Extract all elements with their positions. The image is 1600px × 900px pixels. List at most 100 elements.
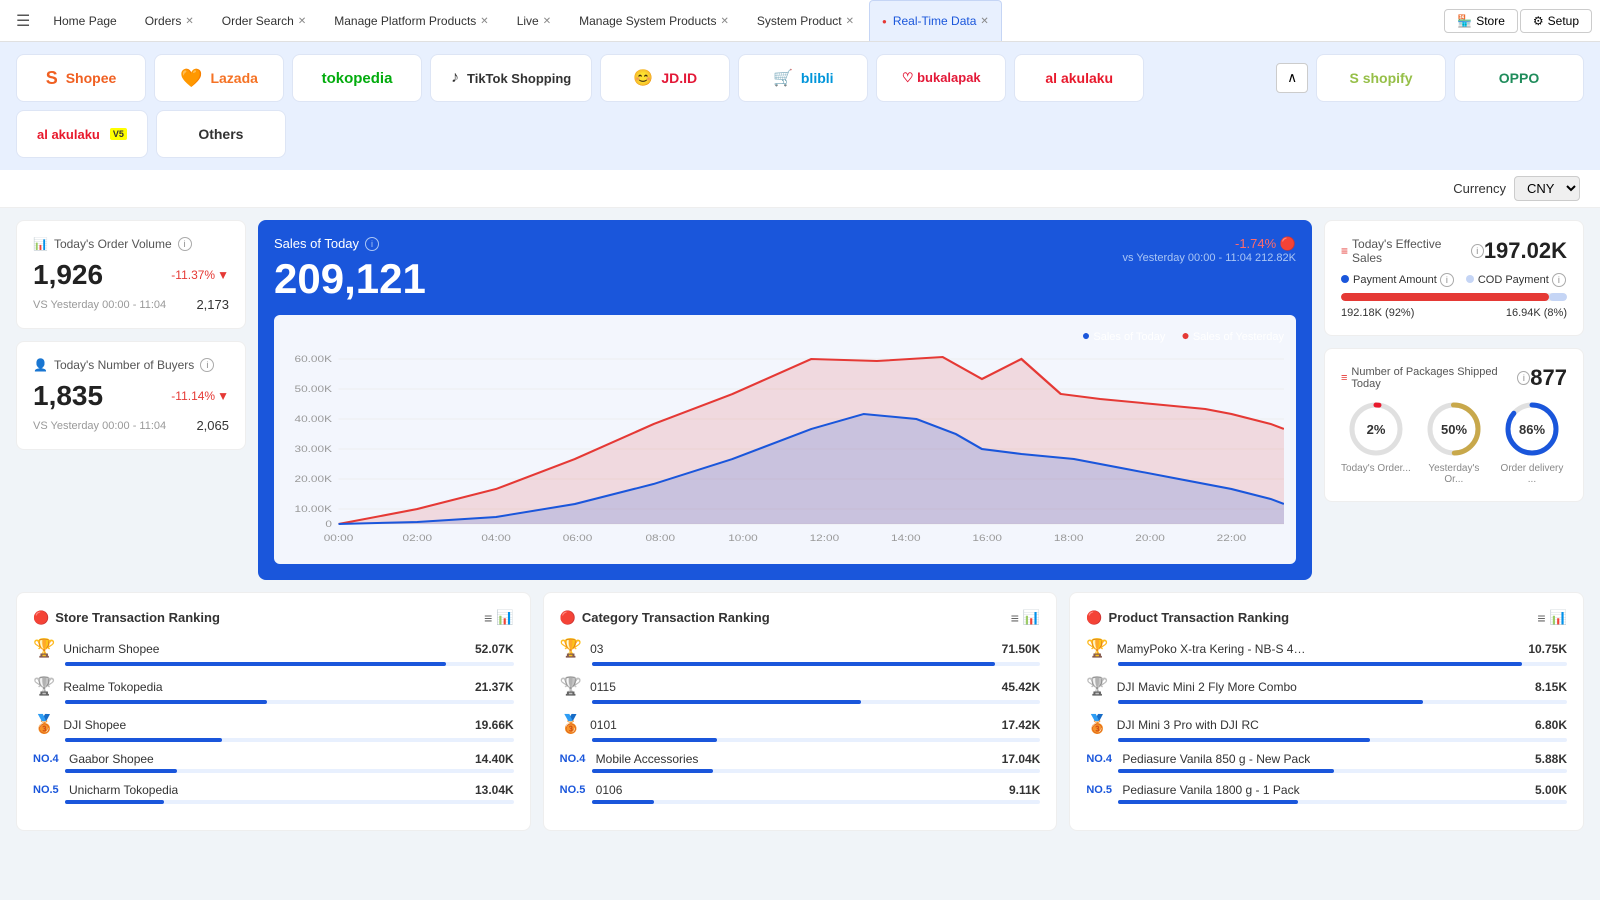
tab-home[interactable]: Home Page — [40, 0, 129, 41]
product-ranking-chart[interactable]: 📊 — [1550, 609, 1567, 626]
currency-select[interactable]: CNY USD IDR — [1514, 176, 1580, 201]
buyers-title: Today's Number of Buyers — [54, 358, 194, 372]
table-row: NO.4 Gaabor Shopee 14.40K — [33, 752, 514, 773]
sales-chart: ● Sales of Today ● Sales of Yesterday 60… — [274, 315, 1296, 564]
currency-label: Currency — [1453, 181, 1506, 196]
product-ranking-filter[interactable]: ≡ — [1537, 609, 1545, 626]
svg-text:10:00: 10:00 — [728, 533, 758, 543]
effective-sales-info[interactable]: i — [1471, 244, 1484, 258]
store-icon: 🏪 — [1457, 14, 1472, 28]
silver-trophy-icon: 🏆 — [33, 676, 55, 697]
svg-text:16:00: 16:00 — [972, 533, 1002, 543]
tab-system-product[interactable]: System Product ✕ — [744, 0, 867, 41]
platform-tokopedia[interactable]: tokopedia — [292, 54, 422, 102]
setup-button[interactable]: ⚙ Setup — [1520, 9, 1592, 33]
product-ranking-icon: 🔴 — [1086, 610, 1102, 626]
tab-manage-platform-products[interactable]: Manage Platform Products ✕ — [321, 0, 501, 41]
platform-others[interactable]: Others — [156, 110, 286, 158]
sales-value: 209,121 — [274, 255, 426, 303]
platform-bukalapak[interactable]: ♡ bukalapak — [876, 54, 1006, 102]
bronze-trophy-icon: 🥉 — [33, 714, 55, 735]
table-row: NO.4 Mobile Accessories 17.04K — [560, 752, 1041, 773]
table-row: NO.4 Pediasure Vanila 850 g - New Pack 5… — [1086, 752, 1567, 773]
order-volume-icon: 📊 — [33, 237, 48, 251]
prod-trophy1-icon: 🏆 — [1086, 638, 1108, 659]
store-ranking-filter[interactable]: ≡ — [484, 609, 492, 626]
payment-amount-value: 192.18K (92%) — [1341, 307, 1414, 319]
cat-trophy3-icon: 🥉 — [560, 714, 582, 735]
cod-payment-value: 16.94K (8%) — [1506, 307, 1567, 319]
circle-yesterday-svg: 50% — [1424, 399, 1484, 459]
hamburger-menu[interactable]: ☰ — [8, 7, 38, 35]
tab-orders[interactable]: Orders ✕ — [132, 0, 207, 41]
store-ranking-icon: 🔴 — [33, 610, 49, 626]
buyers-value: 1,835 — [33, 380, 103, 412]
buyers-vs-value: 2,065 — [196, 418, 229, 433]
sales-info[interactable]: i — [365, 237, 379, 251]
platform-lazada[interactable]: 🧡 Lazada — [154, 54, 284, 102]
packages-info[interactable]: i — [1517, 371, 1530, 385]
cat-trophy2-icon: 🏆 — [560, 676, 582, 697]
tab-order-search[interactable]: Order Search ✕ — [209, 0, 319, 41]
order-volume-card: 📊 Today's Order Volume i 1,926 -11.37% ▼… — [16, 220, 246, 329]
platform-tiktok[interactable]: ♪ TikTok Shopping — [430, 54, 592, 102]
right-column: ≡ Today's Effective Sales i 197.02K Paym… — [1324, 220, 1584, 580]
order-volume-info[interactable]: i — [178, 237, 192, 251]
svg-text:22:00: 22:00 — [1217, 533, 1247, 543]
trophy-icon: 🏆 — [33, 638, 55, 659]
cat-trophy1-icon: 🏆 — [560, 638, 582, 659]
svg-text:50%: 50% — [1441, 422, 1467, 437]
category-ranking-chart[interactable]: 📊 — [1023, 609, 1040, 626]
store-ranking-chart[interactable]: 📊 — [496, 609, 513, 626]
tab-realtime-data[interactable]: ● Real-Time Data ✕ — [869, 0, 1002, 41]
prod-trophy2-icon: 🏆 — [1086, 676, 1108, 697]
sales-chart-svg: 60.00K 50.00K 40.00K 30.00K 20.00K 10.00… — [286, 349, 1284, 549]
circle-yesterday-label: Yesterday's Or... — [1419, 463, 1489, 485]
sales-vs: vs Yesterday 00:00 - 11:04 212.82K — [1123, 252, 1297, 264]
svg-text:10.00K: 10.00K — [295, 504, 332, 514]
buyers-card: 👤 Today's Number of Buyers i 1,835 -11.1… — [16, 341, 246, 450]
platform-jdid[interactable]: 😊 JD.ID — [600, 54, 730, 102]
main-content: 📊 Today's Order Volume i 1,926 -11.37% ▼… — [0, 208, 1600, 592]
category-ranking-card: 🔴 Category Transaction Ranking ≡ 📊 🏆 03 … — [543, 592, 1058, 831]
tab-manage-system-products[interactable]: Manage System Products ✕ — [566, 0, 742, 41]
circle-delivery-label: Order delivery ... — [1497, 463, 1567, 485]
table-row: 🥉 DJI Shopee 19.66K — [33, 714, 514, 742]
buyers-change: -11.14% ▼ — [171, 389, 229, 403]
svg-text:30.00K: 30.00K — [295, 444, 332, 454]
platform-shopee[interactable]: S Shopee — [16, 54, 146, 102]
packages-title: Number of Packages Shipped Today — [1351, 366, 1513, 390]
svg-text:2%: 2% — [1367, 422, 1386, 437]
platform-oppo[interactable]: OPPO — [1454, 54, 1584, 102]
platform-blibli[interactable]: 🛒 blibli — [738, 54, 868, 102]
category-ranking-filter[interactable]: ≡ — [1011, 609, 1019, 626]
svg-text:40.00K: 40.00K — [295, 414, 332, 424]
center-column: Sales of Today i 209,121 -1.74% 🔴 vs Yes… — [258, 220, 1312, 580]
packages-card: ≡ Number of Packages Shipped Today i 877… — [1324, 348, 1584, 502]
table-row: 🥉 DJI Mini 3 Pro with DJI RC 6.80K — [1086, 714, 1567, 742]
platform-shopify[interactable]: S shopify — [1316, 54, 1446, 102]
product-ranking-title: Product Transaction Ranking — [1109, 610, 1290, 625]
order-volume-vs-value: 2,173 — [196, 297, 229, 312]
svg-text:02:00: 02:00 — [403, 533, 433, 543]
settings-icon: ⚙ — [1533, 14, 1544, 28]
store-button[interactable]: 🏪 Store — [1444, 9, 1518, 33]
table-row: 🏆 Unicharm Shopee 52.07K — [33, 638, 514, 666]
buyers-info[interactable]: i — [200, 358, 214, 372]
bottom-row: 🔴 Store Transaction Ranking ≡ 📊 🏆 Unicha… — [0, 592, 1600, 847]
platform-akulaku2[interactable]: al akulaku V5 — [16, 110, 148, 158]
order-volume-value: 1,926 — [33, 259, 103, 291]
packages-circle-yesterday: 50% Yesterday's Or... — [1419, 399, 1489, 485]
collapse-platforms-button[interactable]: ∧ — [1276, 63, 1308, 93]
buyers-icon: 👤 — [33, 358, 48, 372]
table-row: 🥉 0101 17.42K — [560, 714, 1041, 742]
tab-live[interactable]: Live ✕ — [504, 0, 564, 41]
svg-text:18:00: 18:00 — [1054, 533, 1084, 543]
packages-icon: ≡ — [1341, 372, 1347, 384]
platform-akulaku[interactable]: al akulaku — [1014, 54, 1144, 102]
store-ranking-title: Store Transaction Ranking — [55, 610, 220, 625]
circle-today-label: Today's Order... — [1341, 463, 1411, 474]
buyers-vs-label: VS Yesterday 00:00 - 11:04 — [33, 420, 166, 432]
effective-sales-title: Today's Effective Sales — [1352, 237, 1467, 265]
effective-sales-icon: ≡ — [1341, 244, 1348, 258]
